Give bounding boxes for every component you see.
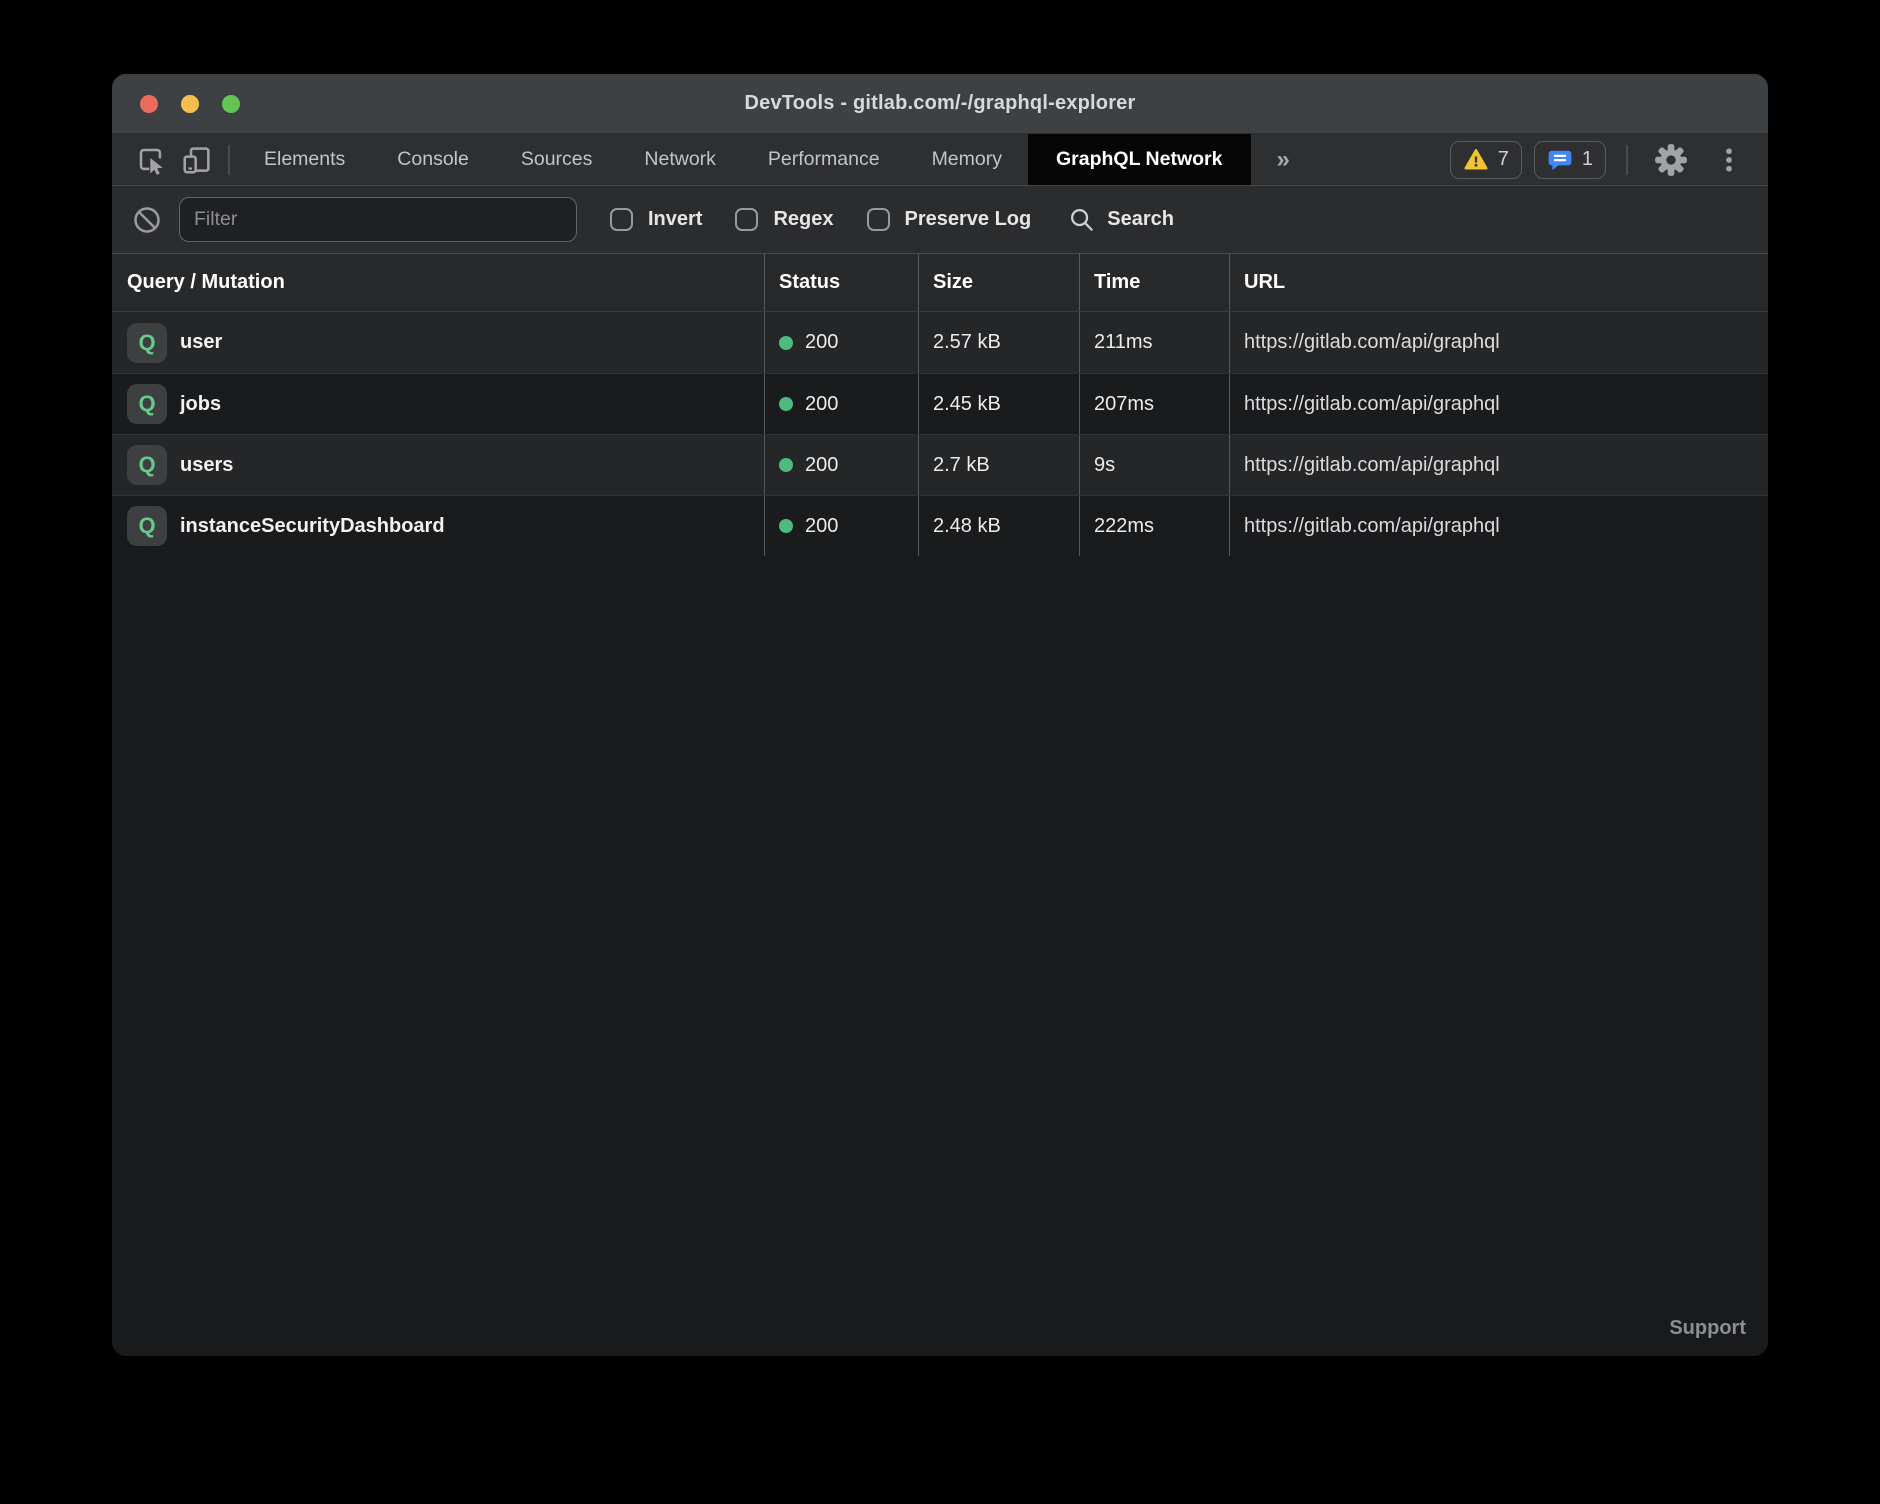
query-name: jobs — [180, 393, 221, 416]
column-header-query-mutation[interactable]: Query / Mutation — [112, 254, 765, 311]
response-time: 222ms — [1094, 515, 1154, 538]
invert-checkbox-group[interactable]: Invert — [610, 208, 702, 231]
preserve-log-checkbox-group[interactable]: Preserve Log — [867, 208, 1032, 231]
query-type-badge: Q — [127, 506, 167, 546]
request-url: https://gitlab.com/api/graphql — [1244, 515, 1500, 538]
clear-log-button[interactable] — [130, 205, 164, 235]
status-ok-dot — [779, 458, 793, 472]
minimize-button[interactable] — [181, 95, 199, 113]
toolbar-divider — [228, 145, 230, 175]
tab-sources[interactable]: Sources — [495, 134, 619, 185]
status-code: 200 — [805, 393, 838, 416]
tabbar-right-divider — [1626, 145, 1628, 175]
response-size: 2.7 kB — [933, 454, 990, 477]
inspect-element-button[interactable] — [128, 134, 174, 185]
search-label: Search — [1107, 208, 1174, 231]
table-row[interactable]: Q user 200 2.57 kB 211ms https://gitlab.… — [112, 312, 1768, 373]
issues-count: 1 — [1582, 148, 1593, 171]
query-type-badge: Q — [127, 445, 167, 485]
invert-checkbox[interactable] — [610, 208, 633, 231]
status-ok-dot — [779, 397, 793, 411]
invert-label: Invert — [648, 208, 702, 231]
query-type-badge: Q — [127, 323, 167, 363]
empty-results-area: Support — [112, 556, 1768, 1356]
query-name: instanceSecurityDashboard — [180, 515, 445, 538]
regex-checkbox-group[interactable]: Regex — [735, 208, 833, 231]
customize-devtools-button[interactable] — [1706, 145, 1752, 175]
inspect-cursor-icon — [135, 144, 167, 176]
request-url: https://gitlab.com/api/graphql — [1244, 331, 1500, 354]
filter-input[interactable] — [179, 197, 577, 242]
column-header-size[interactable]: Size — [919, 254, 1080, 311]
response-size: 2.48 kB — [933, 515, 1001, 538]
issues-message-icon — [1547, 147, 1573, 173]
response-size: 2.45 kB — [933, 393, 1001, 416]
tab-graphql-network[interactable]: GraphQL Network — [1028, 134, 1251, 185]
status-code: 200 — [805, 454, 838, 477]
tab-memory[interactable]: Memory — [906, 134, 1028, 185]
gear-icon — [1653, 142, 1689, 178]
close-button[interactable] — [140, 95, 158, 113]
settings-button[interactable] — [1648, 142, 1694, 178]
titlebar: DevTools - gitlab.com/-/graphql-explorer — [112, 74, 1768, 134]
request-list: Q user 200 2.57 kB 211ms https://gitlab.… — [112, 312, 1768, 556]
response-time: 211ms — [1094, 331, 1153, 354]
status-ok-dot — [779, 519, 793, 533]
preserve-log-checkbox[interactable] — [867, 208, 890, 231]
kebab-menu-icon — [1714, 145, 1744, 175]
block-clear-icon — [132, 205, 162, 235]
status-code: 200 — [805, 515, 838, 538]
support-link[interactable]: Support — [1669, 1317, 1746, 1340]
warning-triangle-icon — [1463, 148, 1489, 172]
traffic-lights — [140, 74, 240, 133]
column-header-url[interactable]: URL — [1230, 254, 1768, 311]
query-name: user — [180, 331, 222, 354]
device-toolbar-icon — [181, 144, 213, 176]
status-ok-dot — [779, 336, 793, 350]
regex-checkbox[interactable] — [735, 208, 758, 231]
table-header: Query / Mutation Status Size Time URL — [112, 254, 1768, 312]
response-size: 2.57 kB — [933, 331, 1001, 354]
zoom-button[interactable] — [222, 95, 240, 113]
status-code: 200 — [805, 331, 838, 354]
tab-console[interactable]: Console — [371, 134, 495, 185]
tab-network[interactable]: Network — [618, 134, 742, 185]
query-type-badge: Q — [127, 384, 167, 424]
search-button[interactable]: Search — [1068, 206, 1174, 233]
filter-toolbar: Invert Regex Preserve Log Search — [112, 186, 1768, 254]
column-header-time[interactable]: Time — [1080, 254, 1230, 311]
request-url: https://gitlab.com/api/graphql — [1244, 393, 1500, 416]
query-name: users — [180, 454, 233, 477]
regex-label: Regex — [773, 208, 833, 231]
request-url: https://gitlab.com/api/graphql — [1244, 454, 1500, 477]
table-row[interactable]: Q instanceSecurityDashboard 200 2.48 kB … — [112, 495, 1768, 556]
warnings-badge[interactable]: 7 — [1450, 141, 1522, 179]
more-tabs-button[interactable]: » — [1251, 134, 1316, 185]
column-header-status[interactable]: Status — [765, 254, 919, 311]
table-row[interactable]: Q users 200 2.7 kB 9s https://gitlab.com… — [112, 434, 1768, 495]
warnings-count: 7 — [1498, 148, 1509, 171]
tab-performance[interactable]: Performance — [742, 134, 906, 185]
response-time: 9s — [1094, 454, 1115, 477]
search-icon — [1068, 206, 1095, 233]
window-title: DevTools - gitlab.com/-/graphql-explorer — [744, 92, 1135, 115]
devtools-window: DevTools - gitlab.com/-/graphql-explorer… — [112, 74, 1768, 1356]
preserve-log-label: Preserve Log — [905, 208, 1032, 231]
table-row[interactable]: Q jobs 200 2.45 kB 207ms https://gitlab.… — [112, 373, 1768, 434]
device-toolbar-button[interactable] — [174, 134, 220, 185]
response-time: 207ms — [1094, 393, 1154, 416]
tab-elements[interactable]: Elements — [238, 134, 371, 185]
devtools-tabbar: Elements Console Sources Network Perform… — [112, 134, 1768, 186]
issues-badge[interactable]: 1 — [1534, 141, 1606, 179]
